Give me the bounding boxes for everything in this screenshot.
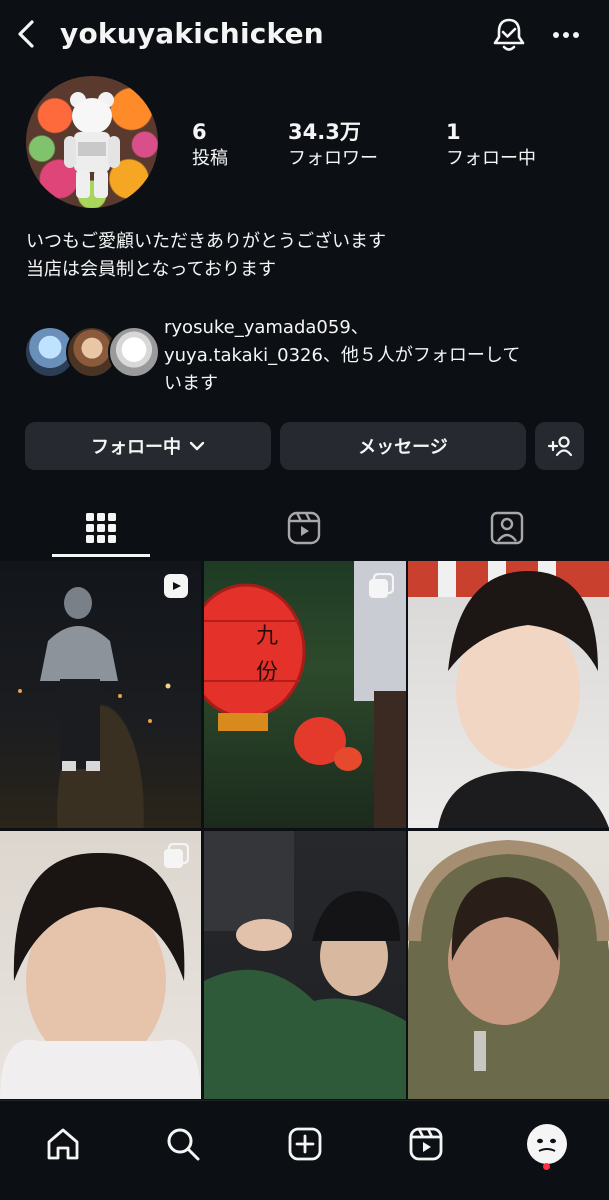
bottom-navigation-bar	[0, 1100, 609, 1200]
nav-home[interactable]	[38, 1119, 88, 1169]
post-thumbnail[interactable]: 九 份	[204, 561, 406, 828]
search-icon	[167, 1128, 200, 1161]
back-button[interactable]	[8, 14, 44, 54]
nav-profile[interactable]	[522, 1119, 572, 1169]
profile-username: yokuyakichicken	[60, 17, 324, 50]
chevron-down-icon	[189, 441, 205, 451]
add-person-icon	[547, 436, 572, 457]
reels-icon	[287, 511, 321, 545]
tagged-person-icon	[490, 511, 524, 545]
mutual-followers-avatars[interactable]	[24, 326, 160, 378]
bio-line-2: 当店は会員制となっております	[26, 259, 277, 280]
suggest-users-button[interactable]	[535, 422, 584, 470]
post-thumbnail[interactable]	[408, 831, 609, 1099]
mutual-followers-text[interactable]: ryosuke_yamada059、 yuya.takaki_0326、他５人が…	[164, 314, 584, 398]
post-thumbnail[interactable]	[0, 831, 201, 1099]
bearbrick-figure-image	[64, 92, 120, 198]
reel-badge-icon	[164, 574, 188, 598]
posts-stat: 6 投稿	[192, 118, 228, 172]
profile-avatar[interactable]	[26, 76, 158, 208]
carousel-badge-icon	[164, 843, 189, 868]
tab-reels[interactable]	[255, 500, 353, 556]
post-thumbnail[interactable]	[0, 561, 201, 828]
following-stat[interactable]: 1 フォロー中	[446, 118, 536, 172]
notifications-button[interactable]	[488, 14, 530, 56]
mutual-followers-line-2: yuya.takaki_0326、他５人がフォローして	[164, 345, 521, 366]
followers-count: 34.3万	[288, 120, 361, 144]
notification-dot	[543, 1163, 550, 1170]
carousel-badge-icon	[369, 573, 394, 598]
active-tab-indicator	[52, 554, 150, 557]
followers-label: フォロワー	[288, 148, 378, 169]
post-photo	[18, 587, 171, 771]
profile-avatar-icon	[527, 1124, 567, 1164]
mutual-followers-line-3: います	[164, 373, 218, 394]
nav-create[interactable]	[280, 1119, 330, 1169]
post-photo	[408, 839, 609, 1099]
chevron-left-icon	[18, 20, 34, 48]
plus-square-icon	[288, 1127, 322, 1161]
bell-check-icon	[493, 18, 525, 51]
posts-count: 6	[192, 120, 207, 144]
more-options-button[interactable]	[544, 14, 588, 56]
home-icon	[47, 1128, 79, 1160]
tab-tagged[interactable]	[458, 500, 556, 556]
posts-label: 投稿	[192, 148, 228, 169]
bio-line-1: いつもご愛顧いただきありがとうございます	[26, 231, 386, 252]
following-button[interactable]: フォロー中	[25, 422, 271, 470]
post-photo: 九 份	[204, 561, 406, 828]
post-photo	[204, 831, 406, 1099]
svg-text:九: 九	[256, 624, 278, 649]
post-thumbnail[interactable]	[204, 831, 406, 1099]
following-count: 1	[446, 120, 461, 144]
message-button-label: メッセージ	[358, 437, 448, 458]
more-horizontal-icon	[553, 32, 579, 38]
mutual-followers-line-1: ryosuke_yamada059、	[164, 317, 369, 338]
followers-stat[interactable]: 34.3万 フォロワー	[288, 118, 378, 172]
post-thumbnail[interactable]	[408, 561, 609, 828]
tab-posts-grid[interactable]	[52, 500, 150, 556]
reels-icon	[409, 1127, 443, 1161]
post-photo	[408, 561, 609, 828]
mutual-avatar	[108, 326, 160, 378]
nav-search[interactable]	[158, 1119, 208, 1169]
grid-icon	[86, 513, 116, 543]
message-button[interactable]: メッセージ	[280, 422, 526, 470]
post-photo	[0, 852, 201, 1099]
following-button-label: フォロー中	[91, 437, 181, 458]
following-label: フォロー中	[446, 148, 536, 169]
svg-text:份: 份	[256, 660, 278, 685]
nav-reels[interactable]	[401, 1119, 451, 1169]
